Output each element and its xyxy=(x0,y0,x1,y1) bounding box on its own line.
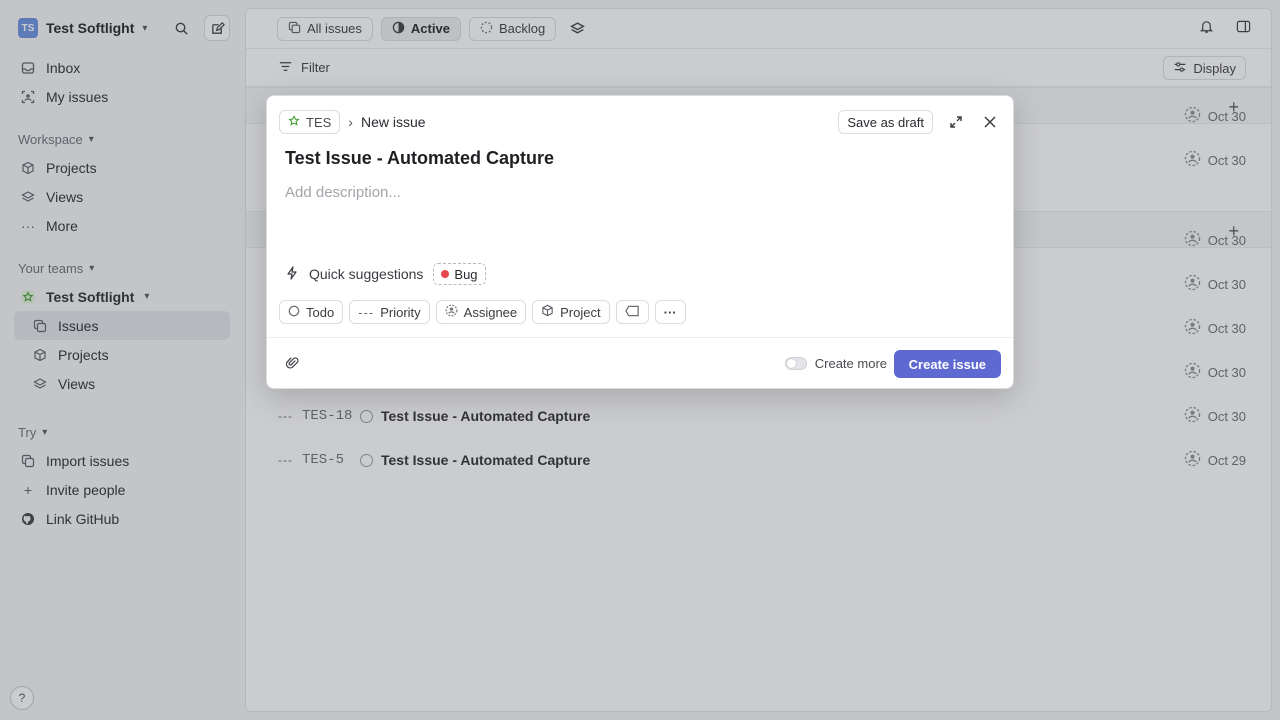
label-color-dot xyxy=(441,270,450,278)
team-star-icon xyxy=(288,114,300,130)
cube-icon xyxy=(541,304,554,320)
lightning-icon xyxy=(285,265,299,283)
paperclip-icon[interactable] xyxy=(285,355,300,373)
assignee-selector[interactable]: Assignee xyxy=(435,300,527,324)
create-more-toggle[interactable]: Create more xyxy=(784,356,887,371)
toggle-switch[interactable] xyxy=(784,357,807,370)
save-as-draft-button[interactable]: Save as draft xyxy=(838,110,933,134)
expand-icon[interactable] xyxy=(945,111,967,133)
issue-title-input[interactable]: Test Issue - Automated Capture xyxy=(285,148,554,169)
new-issue-modal: TES › New issue Save as draft Test Issue… xyxy=(266,95,1014,389)
status-label: Todo xyxy=(306,304,335,320)
no-priority-icon: --- xyxy=(358,304,375,320)
quick-suggestions-label: Quick suggestions xyxy=(309,266,424,282)
team-selector[interactable]: TES xyxy=(279,110,341,134)
status-selector[interactable]: Todo xyxy=(279,300,344,324)
assignee-label: Assignee xyxy=(463,304,518,320)
suggestion-label: Bug xyxy=(454,266,478,282)
more-icon: ··· xyxy=(663,304,677,320)
modal-breadcrumb: New issue xyxy=(360,114,426,130)
create-issue-button[interactable]: Create issue xyxy=(893,350,1001,378)
label-selector[interactable] xyxy=(615,300,649,324)
project-label: Project xyxy=(560,304,601,320)
create-more-label: Create more xyxy=(814,356,887,371)
team-label: TES xyxy=(306,114,332,130)
tag-icon xyxy=(624,305,640,320)
todo-circle-icon xyxy=(288,305,300,320)
breadcrumb-chevron-icon: › xyxy=(348,114,353,130)
more-options-button[interactable]: ··· xyxy=(654,300,686,324)
assignee-icon xyxy=(445,304,458,320)
priority-label: Priority xyxy=(380,304,421,320)
issue-description-input[interactable]: Add description... xyxy=(285,184,401,201)
priority-selector[interactable]: --- Priority xyxy=(349,300,430,324)
project-selector[interactable]: Project xyxy=(532,300,610,324)
suggestion-bug-label[interactable]: Bug xyxy=(433,263,486,285)
close-icon[interactable] xyxy=(979,111,1001,133)
